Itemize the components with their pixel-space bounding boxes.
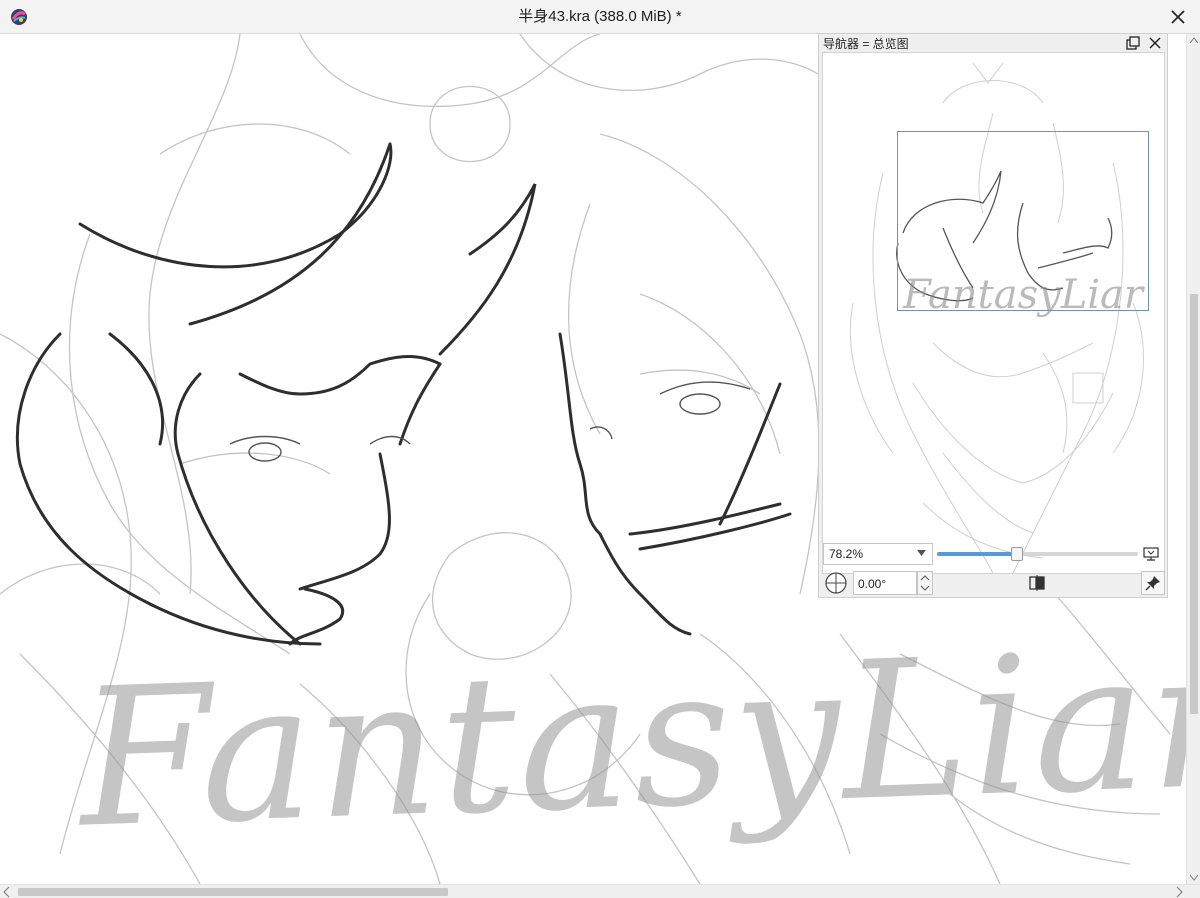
scroll-up-arrow-icon[interactable] [1189,36,1199,44]
viewport-rectangle[interactable] [897,131,1149,311]
zoom-slider-fill [937,552,1017,556]
window-close-button[interactable] [1156,0,1200,34]
pin-icon [1145,576,1160,591]
rotation-spin-buttons[interactable] [917,571,933,595]
scroll-down-arrow-icon[interactable] [1189,874,1199,882]
watermark-text: FantasyLiar [75,608,1186,870]
scroll-right-arrow-icon[interactable] [1176,886,1184,898]
zoom-slider-handle[interactable] [1011,547,1023,561]
mirror-canvas-icon[interactable] [1027,573,1047,593]
zoom-level-value: 78.2% [829,547,864,561]
vertical-scrollbar[interactable] [1186,34,1200,884]
pin-button[interactable] [1141,571,1165,595]
docker-header: 导航器 = 总览图 [819,34,1167,52]
docker-title: 导航器 = 总览图 [823,37,909,51]
rotation-angle-value: 0.00° [858,577,887,591]
float-docker-icon[interactable] [1125,35,1141,51]
window-title: 半身43.kra (388.0 MiB) * [518,8,682,25]
horizontal-scrollbar-thumb[interactable] [18,888,448,896]
rotation-angle-input[interactable]: 0.00° [853,571,917,595]
zoom-level-dropdown[interactable]: 78.2% [823,543,933,565]
scroll-left-arrow-icon[interactable] [2,886,10,898]
navigator-docker: 导航器 = 总览图 FantasyLiar 78.2% 0.00° [818,33,1168,598]
title-bar: 半身43.kra (388.0 MiB) * [0,0,1200,34]
spin-arrows-icon [920,575,930,591]
fit-to-view-icon[interactable] [1142,546,1160,562]
rotation-dial-icon[interactable] [823,571,849,595]
close-icon [1171,10,1185,24]
chevron-down-icon [917,550,926,556]
zoom-slider[interactable] [937,547,1138,561]
close-icon[interactable] [1147,35,1163,51]
overview-thumbnail[interactable]: FantasyLiar [822,52,1165,574]
horizontal-scrollbar[interactable] [0,884,1200,898]
vertical-scrollbar-thumb[interactable] [1190,294,1198,714]
